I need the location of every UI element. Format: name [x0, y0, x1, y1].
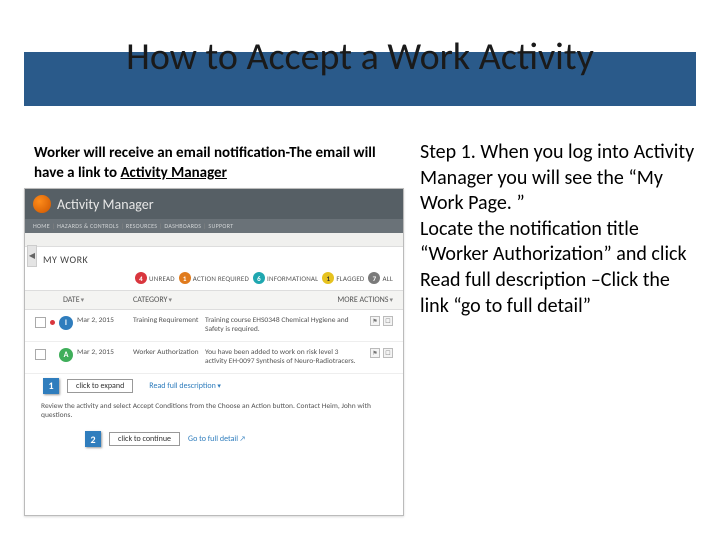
spacer	[50, 352, 55, 357]
filter-flag[interactable]: 1FLAGGED	[322, 272, 364, 284]
unread-count: 4	[135, 272, 147, 284]
app-name: Activity Manager	[57, 196, 154, 213]
activity-instruction: Review the activity and select Accept Co…	[25, 396, 403, 428]
th-more[interactable]: MORE ACTIONS	[337, 295, 388, 305]
row-checkbox[interactable]	[35, 317, 46, 328]
filter-pills: 4UNREAD 1ACTION REQUIRED 6INFORMATIONAL …	[25, 268, 403, 290]
row-category: Training Requirement	[133, 316, 205, 325]
step-number-2: 2	[85, 431, 101, 447]
flag-icon[interactable]: ⚑	[370, 348, 380, 358]
archive-icon[interactable]: ☐	[383, 348, 393, 358]
page-title: How to Accept a Work Activity	[0, 34, 720, 80]
flag-count: 1	[322, 272, 334, 284]
step-number-1: 1	[43, 378, 59, 394]
nav-support[interactable]: SUPPORT	[208, 222, 233, 230]
row-date: Mar 2, 2015	[77, 316, 133, 325]
chevron-down-icon: ▾	[389, 295, 393, 304]
table-row[interactable]: A Mar 2, 2015 Worker Authorization You h…	[25, 342, 403, 374]
avatar: I	[59, 316, 73, 330]
step-text: Step 1. When you log into Activity Manag…	[420, 140, 696, 319]
avatar: A	[59, 348, 73, 362]
click-to-expand-button[interactable]: click to expand	[67, 379, 133, 393]
nav-hazards[interactable]: HAZARDS & CONTROLS	[57, 222, 119, 230]
app-header: Activity Manager	[25, 189, 403, 219]
prev-arrow-icon[interactable]: ◀	[27, 245, 37, 267]
filter-action[interactable]: 1ACTION REQUIRED	[179, 272, 249, 284]
row-description: You have been added to work on risk leve…	[205, 348, 359, 367]
mywork-heading: MY WORK	[25, 247, 403, 268]
intro-link: Activity Manager	[120, 164, 226, 182]
intro-block: Worker will receive an email notificatio…	[34, 144, 394, 183]
read-full-description-link[interactable]: Read full description	[149, 381, 221, 391]
action-count: 1	[179, 272, 191, 284]
info-count: 6	[253, 272, 265, 284]
sort-icon: ▾	[168, 295, 172, 304]
filter-unread[interactable]: 4UNREAD	[135, 272, 175, 284]
filter-all[interactable]: 7ALL	[368, 272, 393, 284]
archive-icon[interactable]: ☐	[383, 316, 393, 326]
click-to-continue-button[interactable]: click to continue	[109, 432, 180, 446]
nav-dashboards[interactable]: DASHBOARDS	[164, 222, 201, 230]
table-row[interactable]: I Mar 2, 2015 Training Requirement Train…	[25, 310, 403, 342]
row-checkbox[interactable]	[35, 349, 46, 360]
go-to-full-detail-link[interactable]: Go to full detail	[188, 434, 246, 444]
intro-text: Worker will receive an email notificatio…	[34, 144, 394, 183]
expand-callout: 1 click to expand Read full description	[25, 374, 403, 396]
sub-header	[25, 233, 403, 247]
activity-manager-screenshot: Activity Manager HOME| HAZARDS & CONTROL…	[24, 188, 404, 516]
filter-info[interactable]: 6INFORMATIONAL	[253, 272, 318, 284]
continue-callout: 2 click to continue Go to full detail	[25, 427, 403, 455]
nav-home[interactable]: HOME	[33, 222, 50, 230]
row-date: Mar 2, 2015	[77, 348, 133, 357]
app-logo-icon	[33, 195, 51, 213]
nav-resources[interactable]: RESOURCES	[126, 222, 157, 230]
flag-icon[interactable]: ⚑	[370, 316, 380, 326]
unread-dot-icon	[50, 320, 55, 325]
th-date[interactable]: DATE	[63, 295, 80, 305]
row-category: Worker Authorization	[133, 348, 205, 357]
step-1-text: Step 1. When you log into Activity Manag…	[420, 140, 696, 319]
all-count: 7	[368, 272, 380, 284]
slide: How to Accept a Work Activity Worker wil…	[0, 0, 720, 540]
app-nav: HOME| HAZARDS & CONTROLS| RESOURCES| DAS…	[25, 219, 403, 233]
table-header: DATE▾ CATEGORY▾ MORE ACTIONS▾	[25, 290, 403, 310]
sort-icon: ▾	[81, 295, 85, 304]
th-category[interactable]: CATEGORY	[133, 295, 167, 305]
row-description: Training course EHS0348 Chemical Hygiene…	[205, 316, 359, 335]
